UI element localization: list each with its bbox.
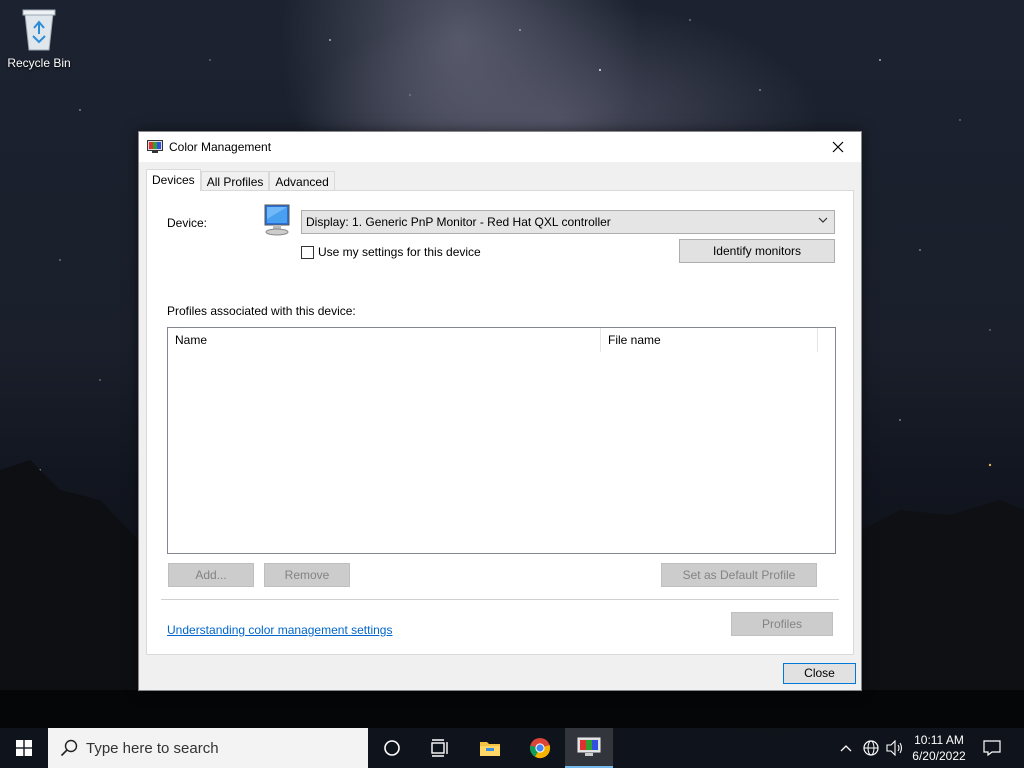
taskbar-search-box[interactable]: Type here to search — [48, 728, 368, 768]
device-select-value: Display: 1. Generic PnP Monitor - Red Ha… — [306, 215, 611, 229]
recycle-bin-shortcut[interactable]: Recycle Bin — [4, 6, 74, 70]
profiles-list[interactable]: Name File name — [167, 327, 836, 554]
clock-time: 10:11 AM — [914, 733, 964, 747]
search-placeholder: Type here to search — [86, 739, 219, 757]
task-view-icon — [431, 739, 448, 757]
tab-strip: Devices All Profiles Advanced — [146, 169, 335, 191]
search-icon — [60, 739, 78, 757]
taskbar-clock[interactable]: 10:11 AM 6/20/2022 — [900, 732, 978, 764]
close-icon — [832, 141, 844, 153]
recycle-bin-label: Recycle Bin — [7, 56, 71, 70]
tab-all-profiles[interactable]: All Profiles — [200, 171, 270, 191]
cortana-button[interactable] — [368, 728, 416, 768]
device-select[interactable]: Display: 1. Generic PnP Monitor - Red Ha… — [301, 210, 835, 234]
use-settings-row: Use my settings for this device — [301, 245, 481, 259]
clock-date: 6/20/2022 — [912, 749, 966, 763]
identify-monitors-button[interactable]: Identify monitors — [679, 239, 835, 263]
color-management-icon — [577, 737, 601, 756]
chrome-button[interactable] — [516, 728, 564, 768]
windows-logo-icon — [16, 740, 32, 756]
divider — [161, 599, 839, 600]
globe-icon — [863, 740, 879, 756]
show-hidden-icons-button[interactable] — [836, 728, 856, 768]
list-header: Name File name — [168, 328, 835, 352]
help-link[interactable]: Understanding color management settings — [167, 623, 392, 637]
tab-advanced[interactable]: Advanced — [269, 171, 335, 191]
chrome-icon — [530, 738, 551, 759]
file-explorer-button[interactable] — [466, 728, 514, 768]
chevron-up-icon — [840, 745, 852, 752]
device-label: Device: — [167, 216, 208, 230]
close-button[interactable]: Close — [783, 663, 856, 684]
network-button[interactable] — [860, 728, 882, 768]
color-management-taskbar-button[interactable] — [565, 728, 613, 768]
start-button[interactable] — [0, 728, 48, 768]
taskbar: Type here to search 10:11 AM 6/20/2022 — [0, 728, 1024, 768]
title-bar[interactable]: Color Management — [139, 132, 861, 162]
color-management-window: Color Management Devices All Profiles Ad… — [138, 131, 862, 691]
window-title: Color Management — [169, 140, 272, 154]
chevron-down-icon — [818, 217, 828, 223]
recycle-bin-icon — [19, 6, 59, 52]
action-center-button[interactable] — [980, 728, 1004, 768]
use-settings-label[interactable]: Use my settings for this device — [318, 245, 481, 259]
column-header-name[interactable]: Name — [168, 328, 601, 352]
remove-button[interactable]: Remove — [264, 563, 350, 587]
task-view-button[interactable] — [416, 728, 464, 768]
tab-devices[interactable]: Devices — [146, 169, 201, 191]
use-settings-checkbox[interactable] — [301, 245, 314, 259]
folder-icon — [480, 742, 500, 756]
close-window-button[interactable] — [815, 132, 861, 162]
devices-tab-panel: Device: Display: 1. Generic PnP Monitor … — [146, 190, 854, 655]
notification-icon — [983, 740, 1001, 756]
set-default-profile-button[interactable]: Set as Default Profile — [661, 563, 817, 587]
color-management-icon — [147, 140, 163, 153]
column-header-file-name[interactable]: File name — [601, 328, 818, 352]
cortana-icon — [384, 740, 400, 756]
add-button[interactable]: Add... — [168, 563, 254, 587]
monitor-icon — [264, 204, 290, 236]
profiles-label: Profiles associated with this device: — [167, 304, 356, 318]
profiles-button[interactable]: Profiles — [731, 612, 833, 636]
